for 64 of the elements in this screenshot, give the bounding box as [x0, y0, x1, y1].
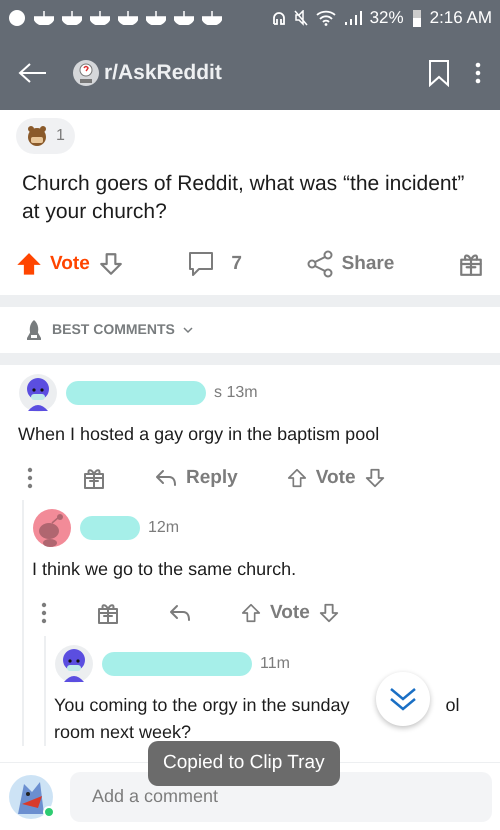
vote-label: Vote — [270, 601, 310, 625]
notification-icon — [90, 11, 110, 25]
award-icon — [26, 125, 48, 147]
downvote-icon — [318, 602, 340, 624]
upvote-icon[interactable] — [16, 251, 42, 278]
clock-time: 2:16 AM — [430, 7, 492, 30]
more-icon — [474, 60, 482, 85]
more-icon — [26, 466, 34, 490]
award-pill[interactable]: 1 — [16, 118, 75, 154]
comment-meta: 12m — [148, 518, 180, 538]
menu-button[interactable] — [474, 60, 482, 86]
share-icon — [306, 250, 334, 278]
save-button[interactable] — [428, 59, 450, 87]
downvote-icon[interactable] — [98, 251, 124, 278]
comment-text: You coming to the orgy in the sunday — [54, 694, 350, 717]
sort-button[interactable]: BEST COMMENTS — [0, 306, 500, 352]
comment-text: I think we go to the same church. — [32, 558, 296, 581]
rocket-icon — [24, 318, 44, 340]
avatar-icon — [8, 774, 54, 820]
comment-text: When I hosted a gay orgy in the baptism pool — [18, 422, 380, 446]
wifi-icon — [316, 10, 336, 26]
upvote-icon — [286, 466, 308, 489]
avatar-icon — [18, 372, 58, 412]
award-button[interactable] — [96, 601, 120, 626]
comments-button[interactable]: 7 — [187, 250, 242, 278]
avatar-icon — [54, 644, 94, 684]
avatar-icon — [32, 508, 72, 548]
comment-icon — [187, 250, 216, 278]
headset-icon — [272, 10, 286, 26]
notification-icon — [146, 11, 166, 25]
downvote-icon — [364, 466, 386, 489]
share-button[interactable]: Share — [306, 250, 394, 278]
back-icon — [18, 60, 48, 85]
chevron-icon — [182, 326, 193, 334]
battery-percentage: 32% — [370, 7, 404, 30]
vote-control[interactable]: Vote — [16, 250, 124, 278]
post-title: Church goers of Reddit, what was “the incident” at your church? — [21, 171, 466, 225]
app-notification-icon — [8, 9, 26, 27]
double-chevron-icon — [388, 685, 418, 713]
comment-text: room next week? — [54, 720, 192, 744]
notification-icon — [62, 11, 82, 25]
signal-icon — [344, 10, 362, 26]
battery-icon — [412, 8, 422, 28]
vote-label: Vote — [316, 466, 356, 490]
mute-icon — [294, 10, 308, 26]
notification-icon — [34, 11, 54, 25]
comment-menu-button[interactable] — [26, 466, 34, 490]
subreddit-icon — [72, 59, 100, 87]
back-button[interactable] — [18, 60, 48, 86]
comment-text: ol — [446, 694, 460, 716]
reply-button[interactable]: Reply — [154, 464, 238, 492]
bookmark-icon — [428, 59, 450, 87]
gift-icon — [96, 601, 120, 626]
upvote-icon — [240, 602, 262, 624]
scroll-down-button[interactable] — [376, 672, 430, 726]
clip-tray-toast: Copied to Clip Tray — [148, 741, 340, 786]
comment-meta: s 13m — [214, 382, 258, 402]
comment-meta: 11m — [260, 654, 290, 674]
comment-menu-button[interactable] — [40, 601, 48, 626]
notification-icon — [118, 11, 138, 25]
more-icon — [40, 601, 48, 626]
notification-icon — [174, 11, 194, 25]
notification-icon — [202, 11, 222, 25]
redaction-mark — [80, 516, 140, 540]
